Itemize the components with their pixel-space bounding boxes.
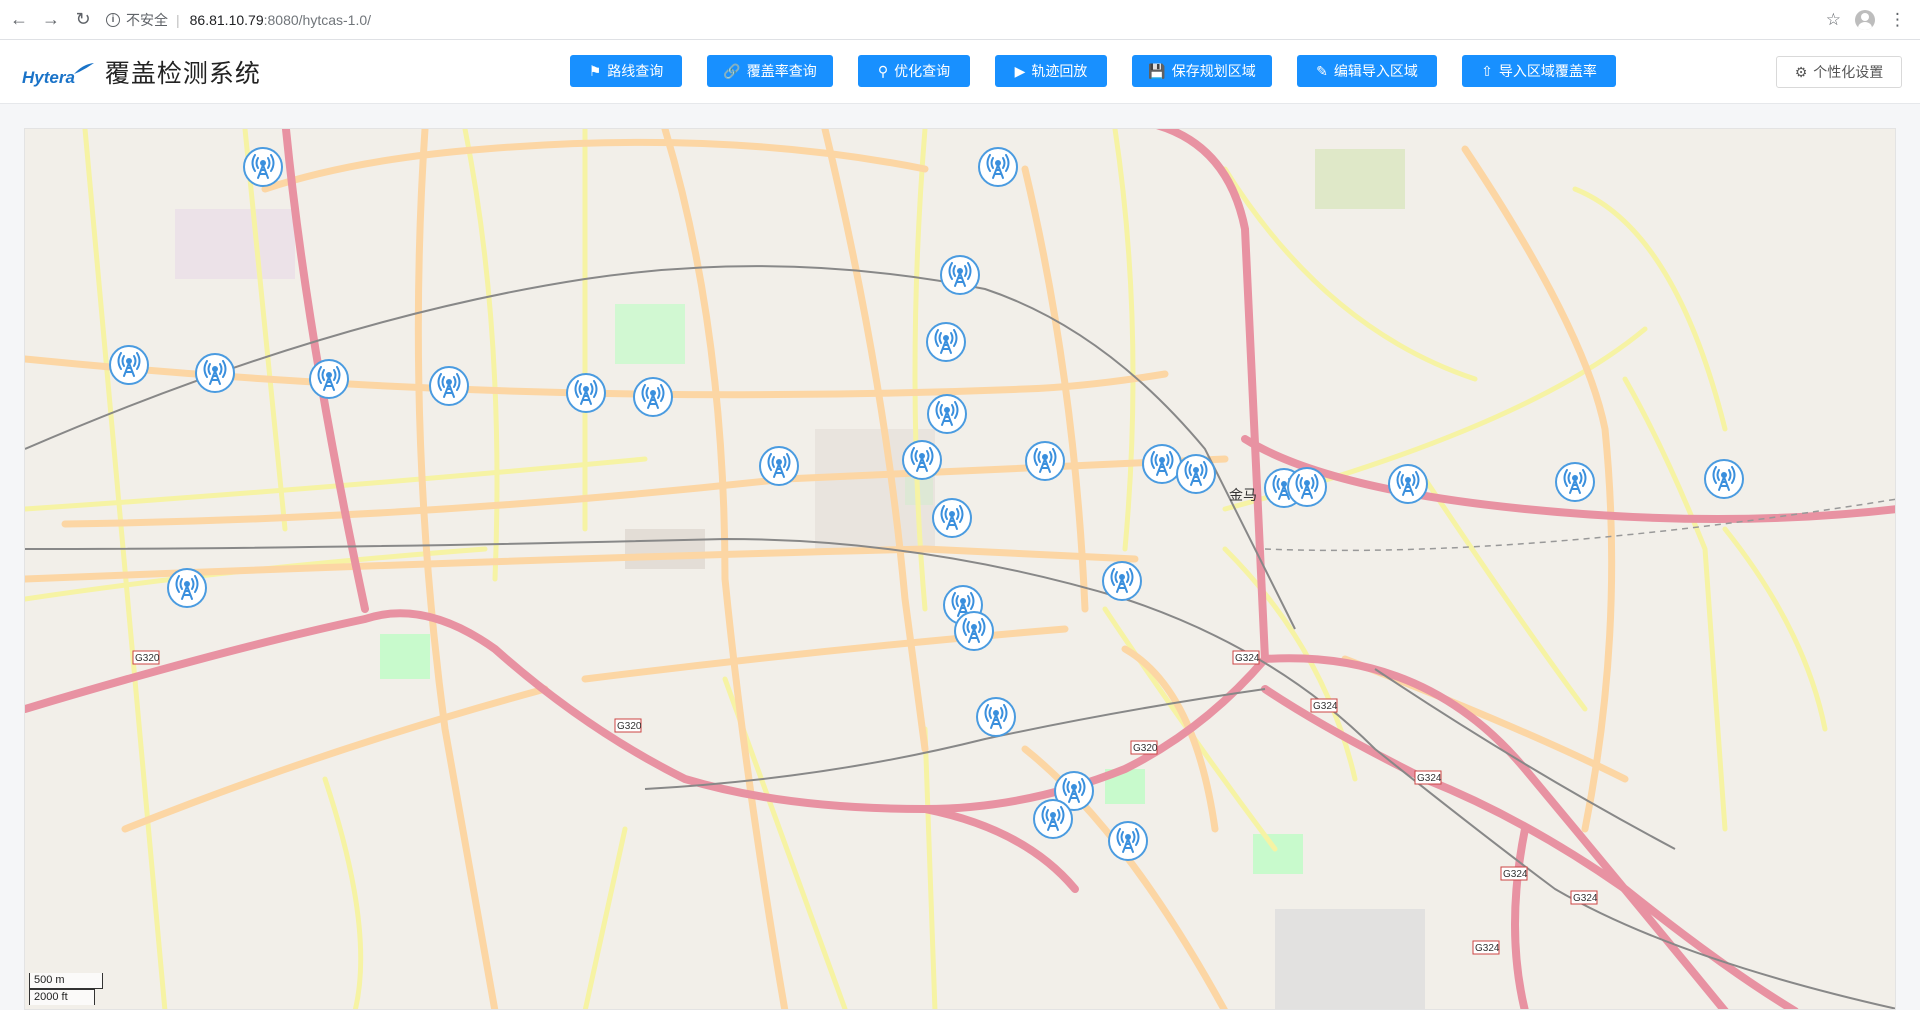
edit-icon: ✎ (1316, 63, 1328, 79)
cell-tower-icon[interactable] (109, 345, 149, 385)
cell-tower-icon[interactable] (1176, 454, 1216, 494)
save-plan-area-button[interactable]: 💾 保存规划区域 (1132, 55, 1272, 87)
hytera-logo: Hytera (22, 68, 75, 87)
address-bar[interactable]: i 不安全 | 86.81.10.79:8080/hytcas-1.0/ (106, 6, 371, 34)
link-icon: 🔗 (723, 63, 741, 79)
cell-tower-icon[interactable] (167, 568, 207, 608)
gear-icon: ⚙ (1794, 63, 1808, 80)
cell-tower-icon[interactable] (926, 322, 966, 362)
scale-imperial: 2000 ft (29, 989, 95, 1005)
import-area-coverage-button[interactable]: ⇧ 导入区域覆盖率 (1462, 55, 1616, 87)
road-shield: G324 (1573, 893, 1598, 904)
security-label: 不安全 (126, 11, 168, 28)
cell-tower-icon[interactable] (940, 255, 980, 295)
road-shield: G320 (1133, 743, 1158, 754)
cell-tower-icon[interactable] (954, 611, 994, 651)
browser-toolbar: ← → ↻ i 不安全 | 86.81.10.79:8080/hytcas-1.0… (0, 0, 1920, 40)
cell-tower-icon[interactable] (243, 147, 283, 187)
edit-import-area-button[interactable]: ✎ 编辑导入区域 (1297, 55, 1437, 87)
cell-tower-icon[interactable] (927, 394, 967, 434)
brand: Hytera 覆盖检测系统 (22, 54, 261, 90)
cell-tower-icon[interactable] (1102, 561, 1142, 601)
optimize-query-button[interactable]: ⚲ 优化查询 (858, 55, 970, 87)
route-query-button[interactable]: ⚑ 路线查询 (570, 55, 682, 87)
map-view[interactable]: G320 G320 G320 G324 G324 G324 G324 G324 … (24, 128, 1896, 1010)
back-arrow-icon[interactable]: ← (6, 7, 32, 33)
road-shield: G324 (1503, 869, 1528, 880)
cell-tower-icon[interactable] (976, 697, 1016, 737)
url-host: 86.81.10.79 (189, 11, 264, 28)
road-shield: G324 (1235, 653, 1260, 664)
cell-tower-icon[interactable] (1555, 462, 1595, 502)
play-circle-icon: ▶ (1014, 63, 1026, 79)
flag-icon: ⚑ (588, 63, 602, 79)
logo-wing-icon (73, 63, 94, 74)
cell-tower-icon[interactable] (978, 147, 1018, 187)
app-header: Hytera 覆盖检测系统 ⚑ 路线查询 🔗 覆盖率查询 ⚲ 优化查询 ▶ 轨迹回放 💾… (0, 40, 1920, 104)
coverage-query-button[interactable]: 🔗 覆盖率查询 (707, 55, 833, 87)
cell-tower-icon[interactable] (1704, 459, 1744, 499)
road-shield: G324 (1417, 773, 1442, 784)
cell-tower-icon[interactable] (429, 366, 469, 406)
cell-tower-icon[interactable] (1287, 467, 1327, 507)
track-playback-button[interactable]: ▶ 轨迹回放 (995, 55, 1107, 87)
menu-dots-icon[interactable]: ⋮ (1889, 10, 1906, 30)
url-path: :8080/hytcas-1.0/ (263, 11, 372, 28)
bell-icon: ⚲ (877, 63, 889, 79)
cell-tower-icon[interactable] (195, 353, 235, 393)
app-title: 覆盖检测系统 (104, 60, 261, 88)
road-shield: G324 (1475, 943, 1500, 954)
cell-tower-icon[interactable] (309, 359, 349, 399)
save-icon: 💾 (1148, 63, 1166, 79)
profile-avatar-icon[interactable] (1855, 9, 1875, 30)
cell-tower-icon[interactable] (1108, 821, 1148, 861)
cell-tower-icon[interactable] (1033, 799, 1073, 839)
reload-icon[interactable]: ↻ (70, 7, 96, 33)
scale-metric: 500 m (29, 973, 103, 989)
road-shield: G324 (1313, 701, 1338, 712)
cell-tower-icon[interactable] (633, 377, 673, 417)
cell-tower-icon[interactable] (1388, 464, 1428, 504)
settings-button[interactable]: ⚙ 个性化设置 (1776, 56, 1902, 88)
road-shield: G320 (135, 653, 160, 664)
cell-tower-icon[interactable] (932, 498, 972, 538)
forward-arrow-icon[interactable]: → (38, 7, 64, 33)
cell-tower-icon[interactable] (1025, 441, 1065, 481)
upload-icon: ⇧ (1481, 63, 1493, 79)
scale-bar: 500 m 2000 ft (29, 973, 103, 1005)
cell-tower-icon[interactable] (902, 440, 942, 480)
star-icon[interactable]: ☆ (1826, 10, 1841, 30)
info-icon: i (106, 12, 120, 27)
cell-tower-icon[interactable] (566, 373, 606, 413)
place-label: 金马 (1229, 487, 1257, 503)
road-shield: G320 (617, 721, 642, 732)
cell-tower-icon[interactable] (759, 446, 799, 486)
